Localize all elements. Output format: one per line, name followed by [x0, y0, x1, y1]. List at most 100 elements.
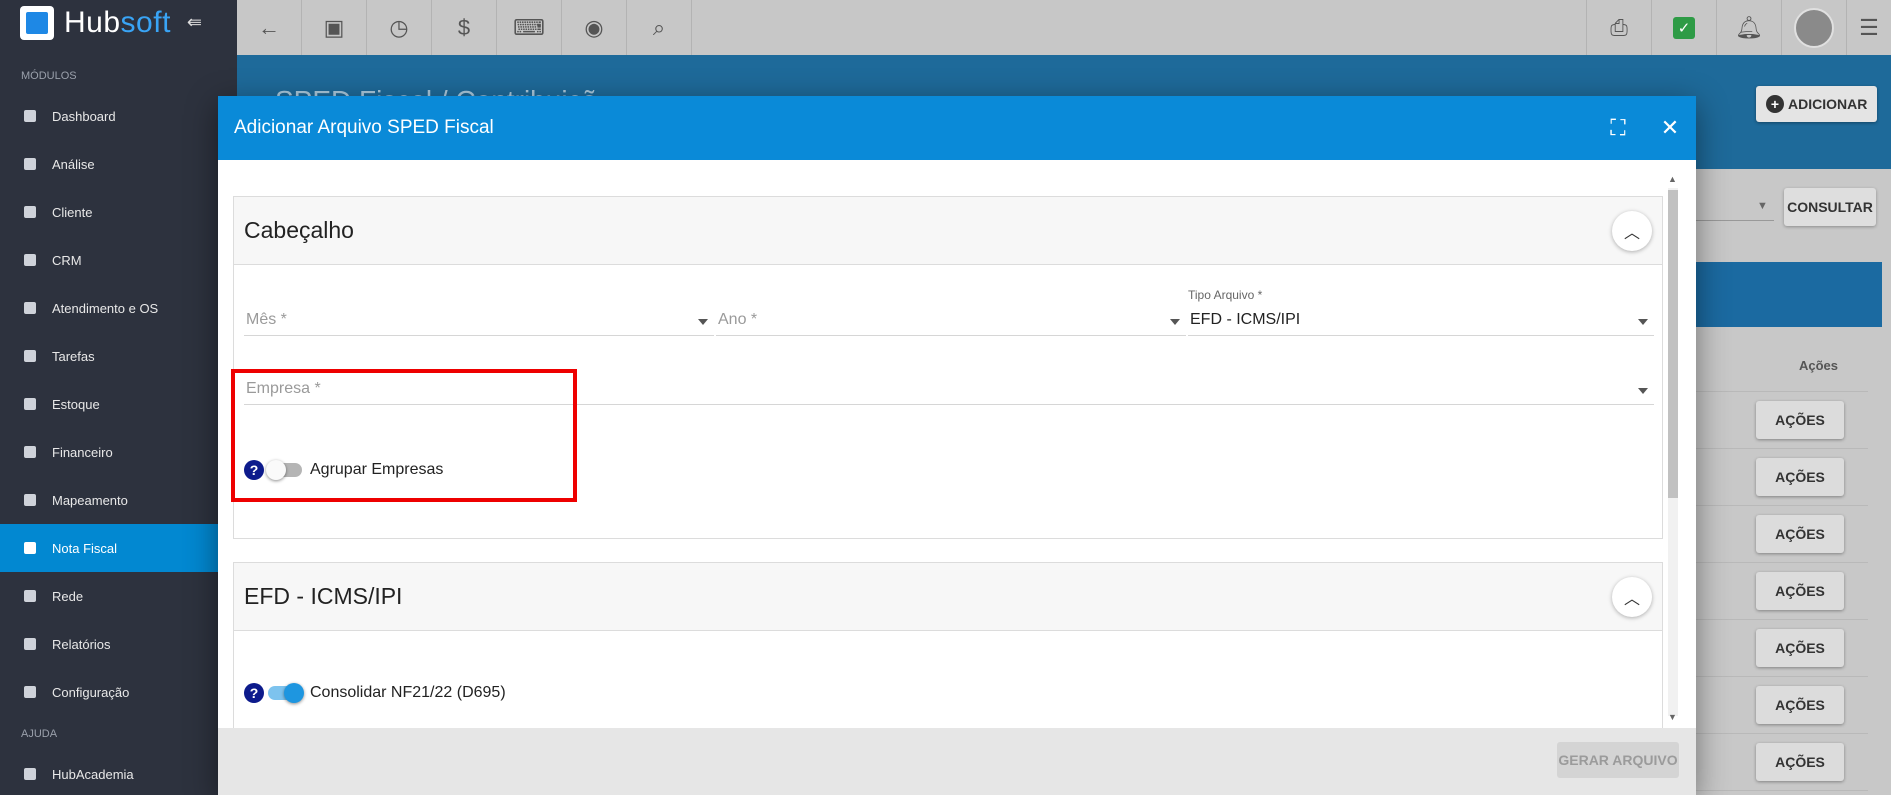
- gear-icon: [22, 684, 38, 700]
- table-row: AÇÕES: [1696, 563, 1868, 620]
- tipo-arquivo-value: EFD - ICMS/IPI: [1190, 311, 1301, 328]
- cabecalho-card-header: Cabeçalho ︿: [234, 197, 1662, 265]
- scroll-down-arrow-icon[interactable]: ▼: [1668, 712, 1677, 722]
- hubsoft-logo-icon: [20, 5, 54, 40]
- consolidar-toggle[interactable]: [268, 683, 304, 703]
- toggle-knob: [284, 683, 304, 703]
- calendar-clock-icon: [22, 300, 38, 316]
- table-row: AÇÕES: [1696, 734, 1868, 791]
- bell-icon[interactable]: 🔔︎: [1716, 0, 1781, 55]
- sidebar-item[interactable]: Financeiro: [0, 428, 237, 476]
- sidebar-item[interactable]: Rede: [0, 572, 237, 620]
- table-row: AÇÕES: [1696, 449, 1868, 506]
- add-button-label: ADICIONAR: [1788, 96, 1868, 112]
- modal-title: Adicionar Arquivo SPED Fiscal: [234, 117, 494, 138]
- help-icon[interactable]: ?: [244, 683, 264, 703]
- sidebar-item[interactable]: Tarefas: [0, 332, 237, 380]
- tipo-arquivo-select[interactable]: Tipo Arquivo * EFD - ICMS/IPI: [1188, 288, 1654, 336]
- sidebar-item-label: Tarefas: [52, 348, 95, 364]
- list-icon[interactable]: ☰: [1846, 0, 1891, 55]
- mes-placeholder: Mês *: [246, 311, 287, 328]
- gerar-arquivo-button[interactable]: GERAR ARQUIVO: [1557, 742, 1679, 778]
- close-icon[interactable]: ✕: [1644, 96, 1696, 160]
- eye-icon[interactable]: ◉: [562, 0, 627, 55]
- table-actions-header: Ações: [1696, 340, 1868, 392]
- sidebar-item-label: Mapeamento: [52, 492, 128, 508]
- top-toolbar: ← ▣ ◷ $ ⌨ ◉ ⌕ ⎙ ✓ 🔔︎ ☰: [237, 0, 1891, 55]
- highlight-annotation-box: [231, 369, 577, 502]
- sidebar-item[interactable]: HubAcademia: [0, 750, 237, 795]
- sidebar-item[interactable]: Análise: [0, 140, 237, 188]
- scroll-up-arrow-icon[interactable]: ▲: [1668, 174, 1677, 184]
- sidebar-item[interactable]: Dashboard: [0, 92, 237, 140]
- dropdown-arrow-icon[interactable]: ▼: [1757, 200, 1768, 212]
- consultar-button[interactable]: CONSULTAR: [1784, 188, 1876, 226]
- acoes-button[interactable]: AÇÕES: [1756, 458, 1844, 496]
- acoes-button[interactable]: AÇÕES: [1756, 686, 1844, 724]
- sidebar-item-label: HubAcademia: [52, 766, 134, 782]
- modal-scrollbar[interactable]: ▲ ▼: [1667, 160, 1679, 722]
- collapse-sidebar-icon[interactable]: ⇚: [187, 12, 202, 33]
- box-icon: [22, 396, 38, 412]
- pdf-icon[interactable]: ⎙: [1586, 0, 1651, 55]
- terminal-icon[interactable]: ⌨: [497, 0, 562, 55]
- efd-title: EFD - ICMS/IPI: [244, 583, 403, 609]
- fullscreen-icon[interactable]: ⛶: [1592, 96, 1644, 160]
- background-select[interactable]: [1696, 220, 1774, 221]
- avatar[interactable]: [1781, 0, 1846, 55]
- table-row: AÇÕES: [1696, 620, 1868, 677]
- sidebar-item[interactable]: Atendimento e OS: [0, 284, 237, 332]
- brand-soft: soft: [120, 5, 171, 39]
- sidebar-item[interactable]: Cliente›: [0, 188, 237, 236]
- sidebar-item-label: Análise: [52, 156, 95, 172]
- kanban-icon: [22, 252, 38, 268]
- sidebar-item-label: Relatórios: [52, 636, 111, 652]
- ano-select[interactable]: Ano *: [716, 306, 1186, 336]
- contact-icon[interactable]: ▣: [302, 0, 367, 55]
- mes-select[interactable]: Mês *: [244, 306, 714, 336]
- background-table: Ações AÇÕES AÇÕES AÇÕES AÇÕES AÇÕES AÇÕES AÇÕE…: [1696, 340, 1868, 791]
- video-icon: [22, 766, 38, 782]
- modal-header: Adicionar Arquivo SPED Fiscal ⛶ ✕: [218, 96, 1696, 160]
- check-icon[interactable]: ✓: [1651, 0, 1716, 55]
- sidebar-item[interactable]: Estoque: [0, 380, 237, 428]
- acoes-button[interactable]: AÇÕES: [1756, 572, 1844, 610]
- consolidar-label: Consolidar NF21/22 (D695): [310, 684, 506, 701]
- dropdown-arrow-icon: [698, 319, 708, 325]
- sidebar-item[interactable]: Nota Fiscal: [0, 524, 237, 572]
- sidebar-item-label: Financeiro: [52, 444, 113, 460]
- sidebar-nav: Dashboard Análise Cliente› CRM Atendimento e…: [0, 92, 237, 716]
- sidebar-item[interactable]: Configuração›: [0, 668, 237, 716]
- sidebar-item[interactable]: Relatórios: [0, 620, 237, 668]
- acoes-button[interactable]: AÇÕES: [1756, 515, 1844, 553]
- dollar-icon[interactable]: $: [432, 0, 497, 55]
- add-button[interactable]: + ADICIONAR: [1756, 86, 1878, 122]
- sidebar-section-modules: MÓDULOS: [21, 70, 77, 82]
- back-arrow-icon[interactable]: ←: [237, 0, 302, 55]
- sidebar-item[interactable]: Mapeamento: [0, 476, 237, 524]
- plus-icon: +: [1766, 95, 1784, 113]
- acoes-button[interactable]: AÇÕES: [1756, 629, 1844, 667]
- server-icon: [22, 588, 38, 604]
- sidebar-item-label: Rede: [52, 588, 84, 604]
- table-row: AÇÕES: [1696, 392, 1868, 449]
- task-icon: [22, 348, 38, 364]
- sidebar-item-label: Nota Fiscal: [52, 540, 118, 556]
- sidebar-item[interactable]: CRM: [0, 236, 237, 284]
- money-icon: [22, 444, 38, 460]
- collapse-chevron-up-icon[interactable]: ︿: [1612, 576, 1652, 617]
- invoice-icon: [22, 540, 38, 556]
- acoes-button[interactable]: AÇÕES: [1756, 743, 1844, 781]
- collapse-chevron-up-icon[interactable]: ︿: [1612, 210, 1652, 251]
- sidebar-item-label: Atendimento e OS: [52, 300, 159, 316]
- logo-bar: Hubsoft ⇚: [0, 0, 237, 45]
- acoes-button[interactable]: AÇÕES: [1756, 401, 1844, 439]
- scroll-thumb[interactable]: [1668, 190, 1678, 498]
- search-icon[interactable]: ⌕: [627, 0, 692, 55]
- report-icon: [22, 636, 38, 652]
- brand-logo-text: Hubsoft: [64, 6, 171, 40]
- calendar-clock-icon[interactable]: ◷: [367, 0, 432, 55]
- sidebar-item-label: CRM: [52, 252, 82, 268]
- dropdown-arrow-icon: [1170, 319, 1180, 325]
- map-pin-icon: [22, 492, 38, 508]
